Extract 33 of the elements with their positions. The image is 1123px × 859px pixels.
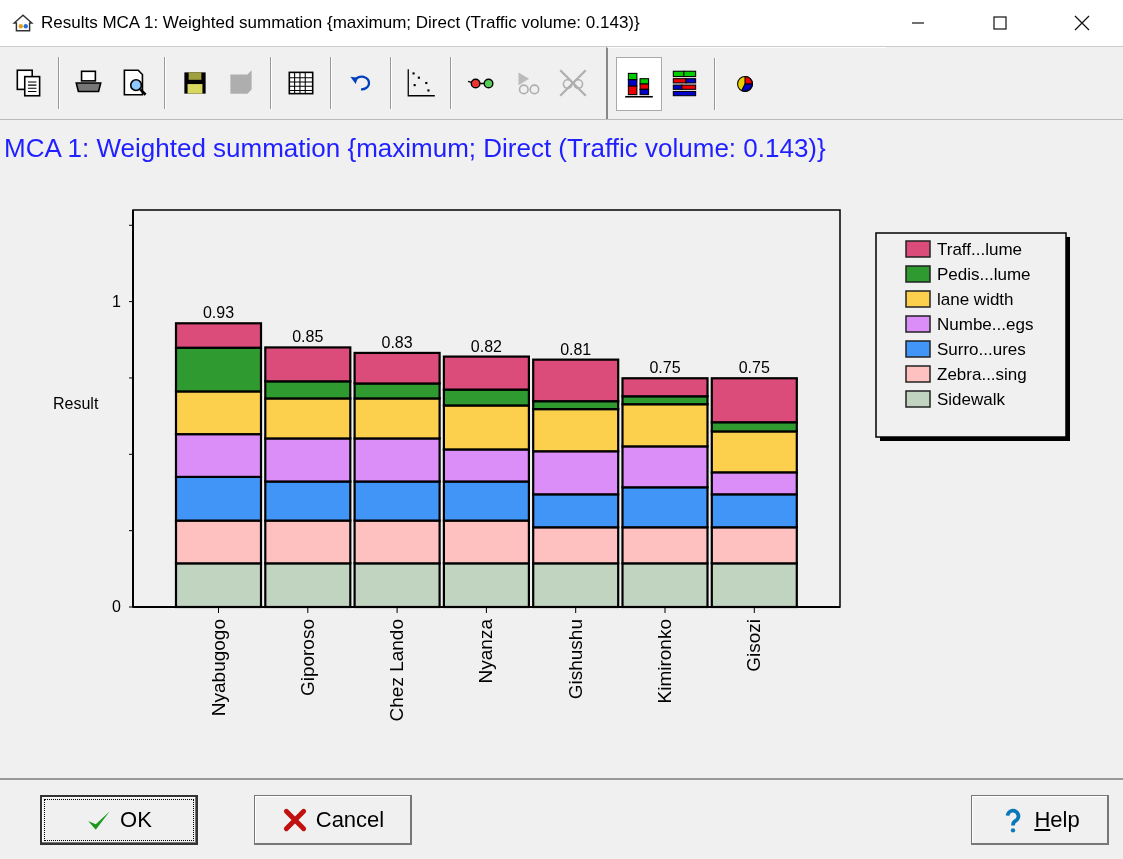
legend-label: Sidewalk <box>937 390 1006 409</box>
category-label: Chez Lando <box>386 619 408 722</box>
help-button[interactable]: Help <box>971 794 1109 845</box>
cancel-button[interactable]: Cancel <box>254 794 412 845</box>
legend-label: Traff...lume <box>937 240 1023 259</box>
value-label: 0.75 <box>649 359 681 377</box>
glasses-icon <box>467 76 495 90</box>
legend-label: lane width <box>937 290 1014 309</box>
app-icon <box>12 12 34 34</box>
y-axis-label: Result <box>53 394 99 412</box>
ok-button[interactable]: OK <box>40 794 198 845</box>
value-label: 0.93 <box>202 304 235 322</box>
legend-label: Zebra...sing <box>937 365 1027 384</box>
y-tick-label: 1 <box>112 292 121 310</box>
value-label: 0.83 <box>381 333 413 351</box>
y-tick-label: 0 <box>112 598 121 615</box>
value-label: 0.82 <box>470 337 502 355</box>
legend-label: Surro...ures <box>937 340 1026 359</box>
category-label: Giporoso <box>296 619 318 697</box>
value-label: 0.85 <box>292 328 324 346</box>
category-label: Nyanza <box>475 619 497 684</box>
legend-label: Pedis...lume <box>937 265 1031 284</box>
legend-label: Numbe...egs <box>937 315 1034 334</box>
stacked-bar-chart-button[interactable] <box>616 56 662 111</box>
window-title: Results MCA 1: Weighted summation {maximum; Direct (Traffic volume: 0.143)} <box>41 13 640 33</box>
value-label: 0.75 <box>738 359 770 377</box>
value-label: 0.81 <box>560 340 592 358</box>
cross-icon <box>281 806 308 833</box>
category-label: Gishushu <box>564 619 586 700</box>
category-label: Nyabugogo <box>207 619 229 717</box>
chart-heading: MCA 1: Weighted summation {maximum; Direct (Traffic volume: 0.143)} <box>3 132 827 165</box>
category-label: Kimironko <box>654 619 675 704</box>
category-label: Gisozi <box>743 619 765 672</box>
